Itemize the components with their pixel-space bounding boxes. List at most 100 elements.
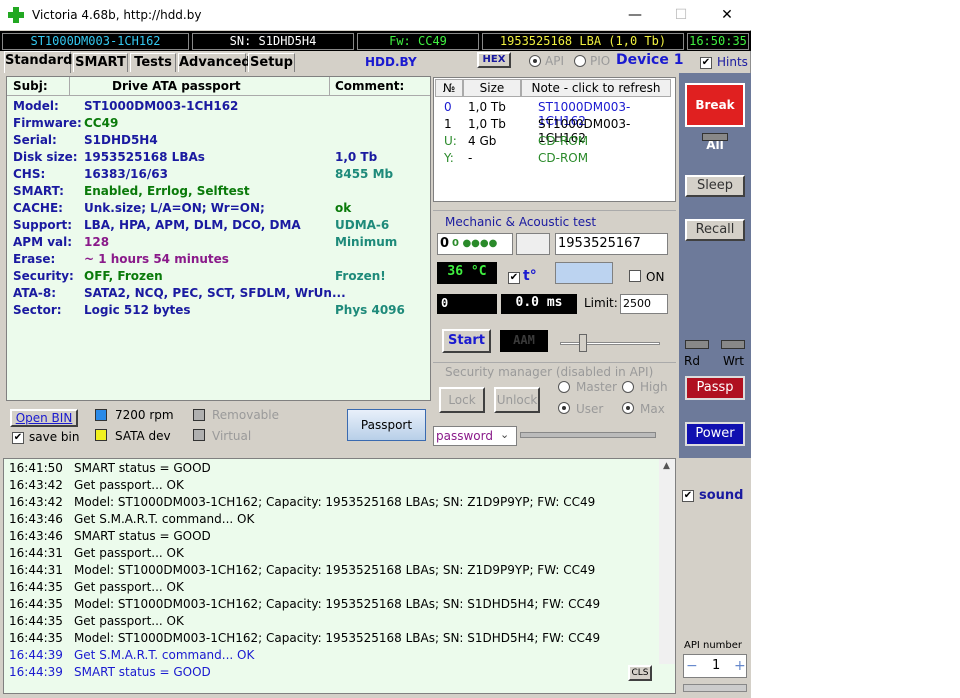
app-cross-icon — [8, 7, 24, 23]
increment-icon[interactable]: + — [734, 658, 746, 674]
drive-row-2-note[interactable]: CD-ROM — [538, 134, 588, 148]
log-line: 16:44:39 SMART status = GOOD — [9, 665, 211, 679]
security-divider — [433, 362, 676, 363]
max-radio[interactable] — [622, 402, 634, 414]
passport-row-apm: APM val: 128 Minimum — [13, 235, 398, 249]
log-line: 16:43:46 SMART status = GOOD — [9, 529, 211, 543]
log-line: 16:44:35 Model: ST1000DM003-1CH162; Capac… — [9, 597, 601, 611]
passport-row-chs: CHS: 16383/16/63 8455 Mb — [13, 167, 394, 181]
mechanic-title: Mechanic & Acoustic test — [445, 215, 597, 229]
recall-button[interactable]: Recall — [685, 219, 745, 241]
max-label: Max — [640, 402, 665, 416]
spindle-slider[interactable] — [555, 262, 613, 284]
drive-row-2-size[interactable]: 4 Gb — [468, 134, 496, 148]
wrt-label: Wrt — [723, 354, 744, 368]
limit-input[interactable]: 2500 — [620, 294, 668, 314]
drive-col-number[interactable]: № — [435, 79, 463, 97]
title-bar[interactable]: Victoria 4.68b, http://hdd.by — ☐ ✕ — [0, 0, 751, 30]
log-line: 16:43:42 Get passport... OK — [9, 478, 184, 492]
decrement-icon[interactable]: − — [686, 658, 698, 674]
log-line: 16:44:35 Get passport... OK — [9, 580, 184, 594]
master-radio[interactable] — [558, 381, 570, 393]
hints-checkbox[interactable]: ✔ — [700, 57, 712, 69]
drive-col-note[interactable]: Note - click to refresh — [521, 79, 671, 97]
passport-row-sector: Sector: Logic 512 bytes Phys 4096 — [13, 303, 405, 317]
counter-display: 0 — [437, 294, 497, 314]
open-bin-button[interactable]: Open BIN — [10, 409, 78, 427]
sound-checkbox[interactable]: ✔ — [682, 490, 694, 502]
device-label: Device 1 — [616, 52, 684, 68]
hdd-by-link[interactable]: HDD.BY — [365, 55, 417, 69]
drive-row-3-note[interactable]: CD-ROM — [538, 151, 588, 165]
tab-smart[interactable]: SMART — [73, 53, 128, 72]
high-label: High — [640, 380, 668, 394]
close-button[interactable]: ✕ — [704, 0, 750, 30]
temperature-label: t° — [523, 268, 537, 284]
victoria-window: Victoria 4.68b, http://hdd.by — ☐ ✕ ST10… — [0, 0, 751, 698]
drive-row-3-number[interactable]: Y: — [444, 151, 454, 165]
api-radio[interactable] — [529, 55, 541, 67]
chevron-down-icon[interactable]: ⌄ — [500, 428, 509, 441]
aam-slider-thumb[interactable] — [579, 334, 587, 352]
tab-tests[interactable]: Tests — [130, 53, 176, 72]
passp-button[interactable]: Passp — [685, 376, 745, 400]
drive-row-0-number[interactable]: 0 — [444, 100, 452, 114]
temperature-checkbox[interactable]: ✔ — [508, 272, 520, 284]
drive-row-2-number[interactable]: U: — [444, 134, 457, 148]
high-radio[interactable] — [622, 381, 634, 393]
drive-list[interactable]: № Size Note - click to refresh 0 1,0 Tb … — [433, 77, 676, 202]
drive-row-1-size[interactable]: 1,0 Tb — [468, 117, 506, 131]
lock-button[interactable]: Lock — [439, 387, 485, 413]
scroll-up-icon[interactable]: ▲ — [663, 461, 670, 471]
tab-standard[interactable]: Standard — [4, 51, 72, 73]
clear-log-button[interactable]: CLS — [628, 665, 652, 681]
drive-row-1-number[interactable]: 1 — [444, 117, 452, 131]
passport-row-model: Model: ST1000DM003-1CH162 — [13, 99, 239, 113]
on-checkbox[interactable] — [629, 270, 641, 282]
api-label: API — [545, 54, 564, 68]
passport-button[interactable]: Passport — [347, 409, 426, 441]
window-title: Victoria 4.68b, http://hdd.by — [32, 8, 202, 22]
on-label: ON — [646, 270, 665, 284]
minimize-button[interactable]: — — [612, 0, 658, 30]
lba-start-field[interactable]: 0 0 ●●●● — [437, 233, 513, 255]
break-indicator — [702, 133, 728, 141]
passport-row-cache: CACHE: Unk.size; L/A=ON; Wr=ON; ok — [13, 201, 352, 215]
log-panel[interactable]: 16:41:50 SMART status = GOOD 16:43:42 Get … — [3, 458, 676, 694]
aam-slider-track[interactable] — [560, 342, 660, 345]
hex-button[interactable]: HEX — [477, 52, 511, 68]
break-all-button[interactable]: Break All — [685, 83, 745, 152]
user-radio[interactable] — [558, 402, 570, 414]
passport-row-ata8: ATA-8: SATA2, NCQ, PEC, SCT, SFDLM, WrUn.… — [13, 286, 346, 300]
tab-advanced[interactable]: Advanced — [178, 53, 251, 72]
pio-radio[interactable] — [574, 55, 586, 67]
api-scroll[interactable] — [683, 684, 747, 692]
log-scrollbar[interactable]: ▲ — [659, 459, 675, 664]
virtual-label: Virtual — [212, 429, 252, 443]
lba-stepper[interactable] — [516, 233, 550, 255]
sata-indicator — [95, 429, 107, 441]
power-button[interactable]: Power — [685, 422, 745, 446]
password-progress — [520, 432, 656, 438]
lba-end-field[interactable]: 1953525167 — [555, 233, 668, 255]
passport-header-comment: Comment: — [335, 79, 405, 93]
api-number-stepper[interactable]: − 1 + — [683, 654, 747, 678]
passport-header-subj: Subj: — [13, 79, 48, 93]
security-title: Security manager (disabled in API) — [445, 365, 654, 379]
passport-row-security: Security: OFF, Frozen Frozen! — [13, 269, 386, 283]
unlock-button[interactable]: Unlock — [494, 387, 540, 413]
tab-setup[interactable]: Setup — [248, 53, 295, 72]
latency-display: 0.0 ms — [501, 294, 577, 314]
start-button[interactable]: Start — [442, 329, 491, 353]
master-label: Master — [576, 380, 617, 394]
drive-col-size[interactable]: Size — [463, 79, 521, 97]
maximize-button[interactable]: ☐ — [658, 0, 704, 30]
passport-header-title: Drive ATA passport — [112, 79, 241, 93]
sleep-button[interactable]: Sleep — [685, 175, 745, 197]
drive-row-3-size[interactable]: - — [468, 151, 472, 165]
temperature-display: 36 °C — [437, 262, 497, 284]
drive-row-0-size[interactable]: 1,0 Tb — [468, 100, 506, 114]
rd-label: Rd — [684, 354, 700, 368]
log-line: 16:44:31 Model: ST1000DM003-1CH162; Capac… — [9, 563, 596, 577]
save-bin-checkbox[interactable]: ✔ — [12, 432, 24, 444]
